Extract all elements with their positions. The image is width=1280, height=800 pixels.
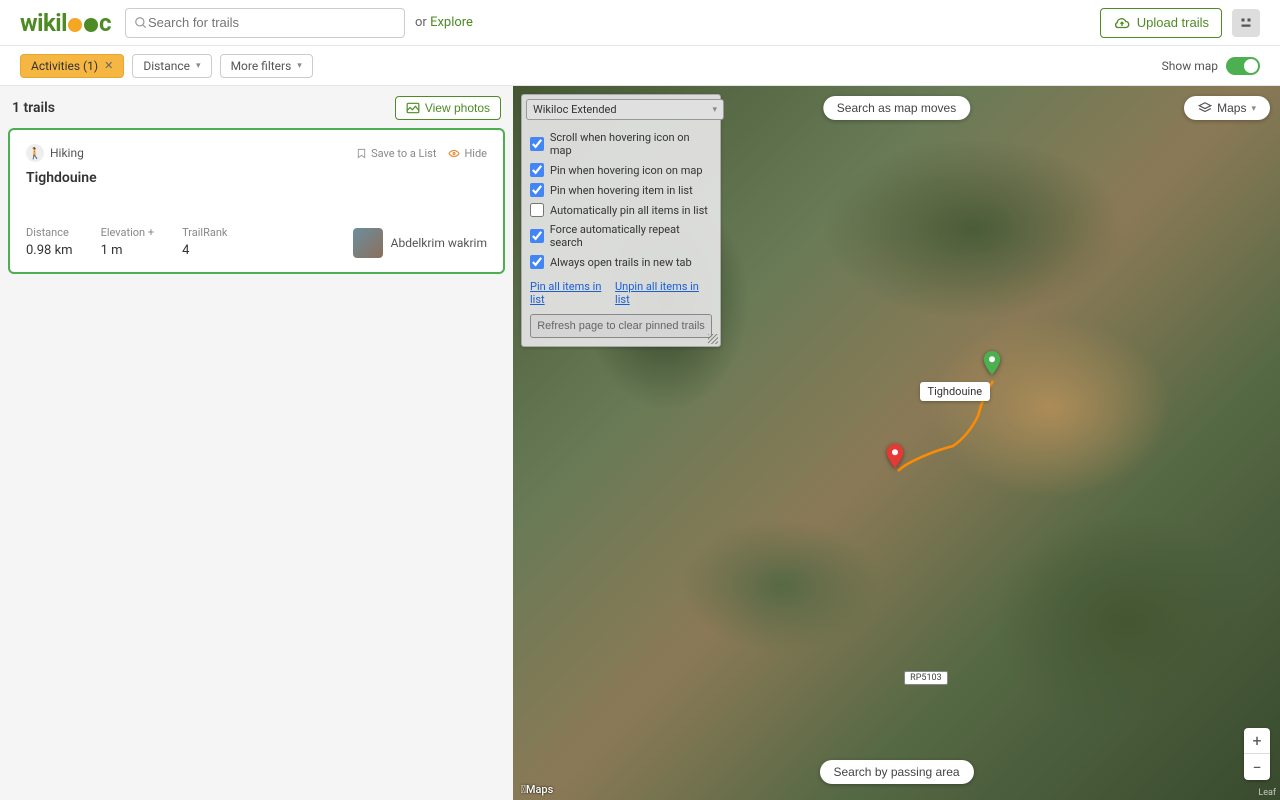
filter-more[interactable]: More filters ▾ — [220, 54, 313, 78]
results-panel: 1 trails View photos 🚶 Hiking Save to a … — [0, 86, 513, 800]
hiking-icon: 🚶 — [26, 144, 44, 162]
maps-layer-button[interactable]: Maps ▾ — [1184, 96, 1270, 120]
ext-option-0[interactable]: Scroll when hovering icon on map — [530, 128, 712, 160]
activity-label: Hiking — [50, 146, 84, 160]
map-trail-label[interactable]: Tighdouine — [920, 382, 991, 401]
ext-option-5[interactable]: Always open trails in new tab — [530, 252, 712, 272]
road-label: RP5103 — [904, 671, 947, 685]
activity-tag: 🚶 Hiking — [26, 144, 84, 162]
logo-text: wikil — [20, 9, 67, 37]
leaflet-attribution: Leaf — [1258, 788, 1276, 798]
trail-title[interactable]: Tighdouine — [26, 170, 487, 186]
zoom-out-button[interactable]: − — [1244, 754, 1270, 780]
logo[interactable]: wikil c — [20, 9, 111, 37]
ext-option-label: Always open trails in new tab — [550, 256, 692, 269]
ext-option-2[interactable]: Pin when hovering item in list — [530, 180, 712, 200]
logo-text-2: c — [99, 9, 111, 37]
ext-option-3[interactable]: Automatically pin all items in list — [530, 200, 712, 220]
pin-all-link[interactable]: Pin all items in list — [530, 280, 615, 306]
map-attribution: Maps — [521, 783, 553, 796]
stat-trailrank: TrailRank 4 — [182, 226, 227, 258]
author-name: Abdelkrim wakrim — [391, 236, 487, 250]
search-as-map-moves-button[interactable]: Search as map moves — [823, 96, 970, 120]
filter-distance-label: Distance — [143, 59, 190, 73]
results-count: 1 trails — [12, 100, 55, 116]
ext-option-label: Automatically pin all items in list — [550, 204, 708, 217]
chevron-down-icon: ▾ — [1251, 103, 1256, 114]
trail-author[interactable]: Abdelkrim wakrim — [353, 228, 487, 258]
resize-grip[interactable] — [708, 334, 718, 344]
ext-option-checkbox-4[interactable] — [530, 229, 544, 243]
ext-option-label: Scroll when hovering icon on map — [550, 131, 712, 157]
layers-icon — [1198, 101, 1212, 115]
bookmark-icon — [356, 148, 367, 159]
ext-option-checkbox-0[interactable] — [530, 137, 544, 151]
maps-label: Maps — [1217, 101, 1246, 115]
hide-button[interactable]: Hide — [448, 147, 487, 160]
explore-link[interactable]: Explore — [430, 15, 473, 30]
stat-elevation: Elevation + 1 m — [101, 226, 155, 258]
filter-activities[interactable]: Activities (1) ✕ — [20, 54, 124, 78]
logo-dot-orange — [68, 18, 82, 32]
search-input[interactable] — [148, 15, 396, 30]
filter-activities-label: Activities (1) — [31, 59, 98, 73]
start-pin[interactable] — [983, 351, 1001, 379]
ext-option-label: Force automatically repeat search — [550, 223, 712, 249]
ext-option-checkbox-1[interactable] — [530, 163, 544, 177]
zoom-in-button[interactable]: + — [1244, 728, 1270, 754]
end-pin[interactable] — [886, 444, 904, 472]
upload-trails-button[interactable]: Upload trails — [1100, 8, 1222, 38]
chevron-down-icon: ▾ — [196, 61, 201, 71]
filter-distance[interactable]: Distance ▾ — [132, 54, 211, 78]
wikiloc-extended-panel: Wikiloc Extended ▾ Scroll when hovering … — [521, 94, 721, 347]
search-icon — [134, 16, 148, 30]
zoom-control: + − — [1244, 728, 1270, 780]
filter-more-label: More filters — [231, 59, 292, 73]
photo-icon — [406, 102, 420, 114]
ext-option-label: Pin when hovering item in list — [550, 184, 693, 197]
header: wikil c or Explore Upload trails — [0, 0, 1280, 46]
search-box[interactable] — [125, 8, 405, 38]
or-explore: or Explore — [415, 15, 473, 30]
ext-option-label: Pin when hovering icon on map — [550, 164, 703, 177]
ext-option-checkbox-5[interactable] — [530, 255, 544, 269]
unpin-all-link[interactable]: Unpin all items in list — [615, 280, 712, 306]
view-photos-label: View photos — [425, 101, 490, 115]
main-content: 1 trails View photos 🚶 Hiking Save to a … — [0, 86, 1280, 800]
chevron-down-icon: ▾ — [297, 61, 302, 71]
map-panel[interactable]: Tighdouine RP5103 Wikiloc Extended ▾ Scr… — [513, 86, 1280, 800]
close-icon[interactable]: ✕ — [104, 59, 113, 72]
ext-option-checkbox-3[interactable] — [530, 203, 544, 217]
show-map-label: Show map — [1162, 59, 1218, 73]
save-to-list-button[interactable]: Save to a List — [356, 147, 436, 160]
cloud-upload-icon — [1113, 14, 1131, 32]
panel-title-select[interactable]: Wikiloc Extended ▾ — [526, 99, 724, 120]
panel-title: Wikiloc Extended — [533, 103, 617, 116]
logo-dot-green — [84, 18, 98, 32]
view-photos-button[interactable]: View photos — [395, 96, 501, 120]
author-avatar — [353, 228, 383, 258]
refresh-button[interactable]: Refresh page to clear pinned trails — [530, 314, 712, 338]
chevron-down-icon: ▾ — [712, 105, 717, 115]
avatar-placeholder-icon — [1237, 14, 1255, 32]
ext-option-checkbox-2[interactable] — [530, 183, 544, 197]
stat-distance: Distance 0.98 km — [26, 226, 73, 258]
ext-option-4[interactable]: Force automatically repeat search — [530, 220, 712, 252]
trail-card[interactable]: 🚶 Hiking Save to a List Hide Tighdouine — [8, 128, 505, 274]
ext-option-1[interactable]: Pin when hovering icon on map — [530, 160, 712, 180]
eye-icon — [448, 148, 460, 159]
filter-bar: Activities (1) ✕ Distance ▾ More filters… — [0, 46, 1280, 86]
upload-label: Upload trails — [1137, 15, 1209, 30]
user-avatar[interactable] — [1232, 9, 1260, 37]
show-map-toggle[interactable] — [1226, 57, 1260, 75]
search-by-passing-area-button[interactable]: Search by passing area — [819, 760, 973, 784]
